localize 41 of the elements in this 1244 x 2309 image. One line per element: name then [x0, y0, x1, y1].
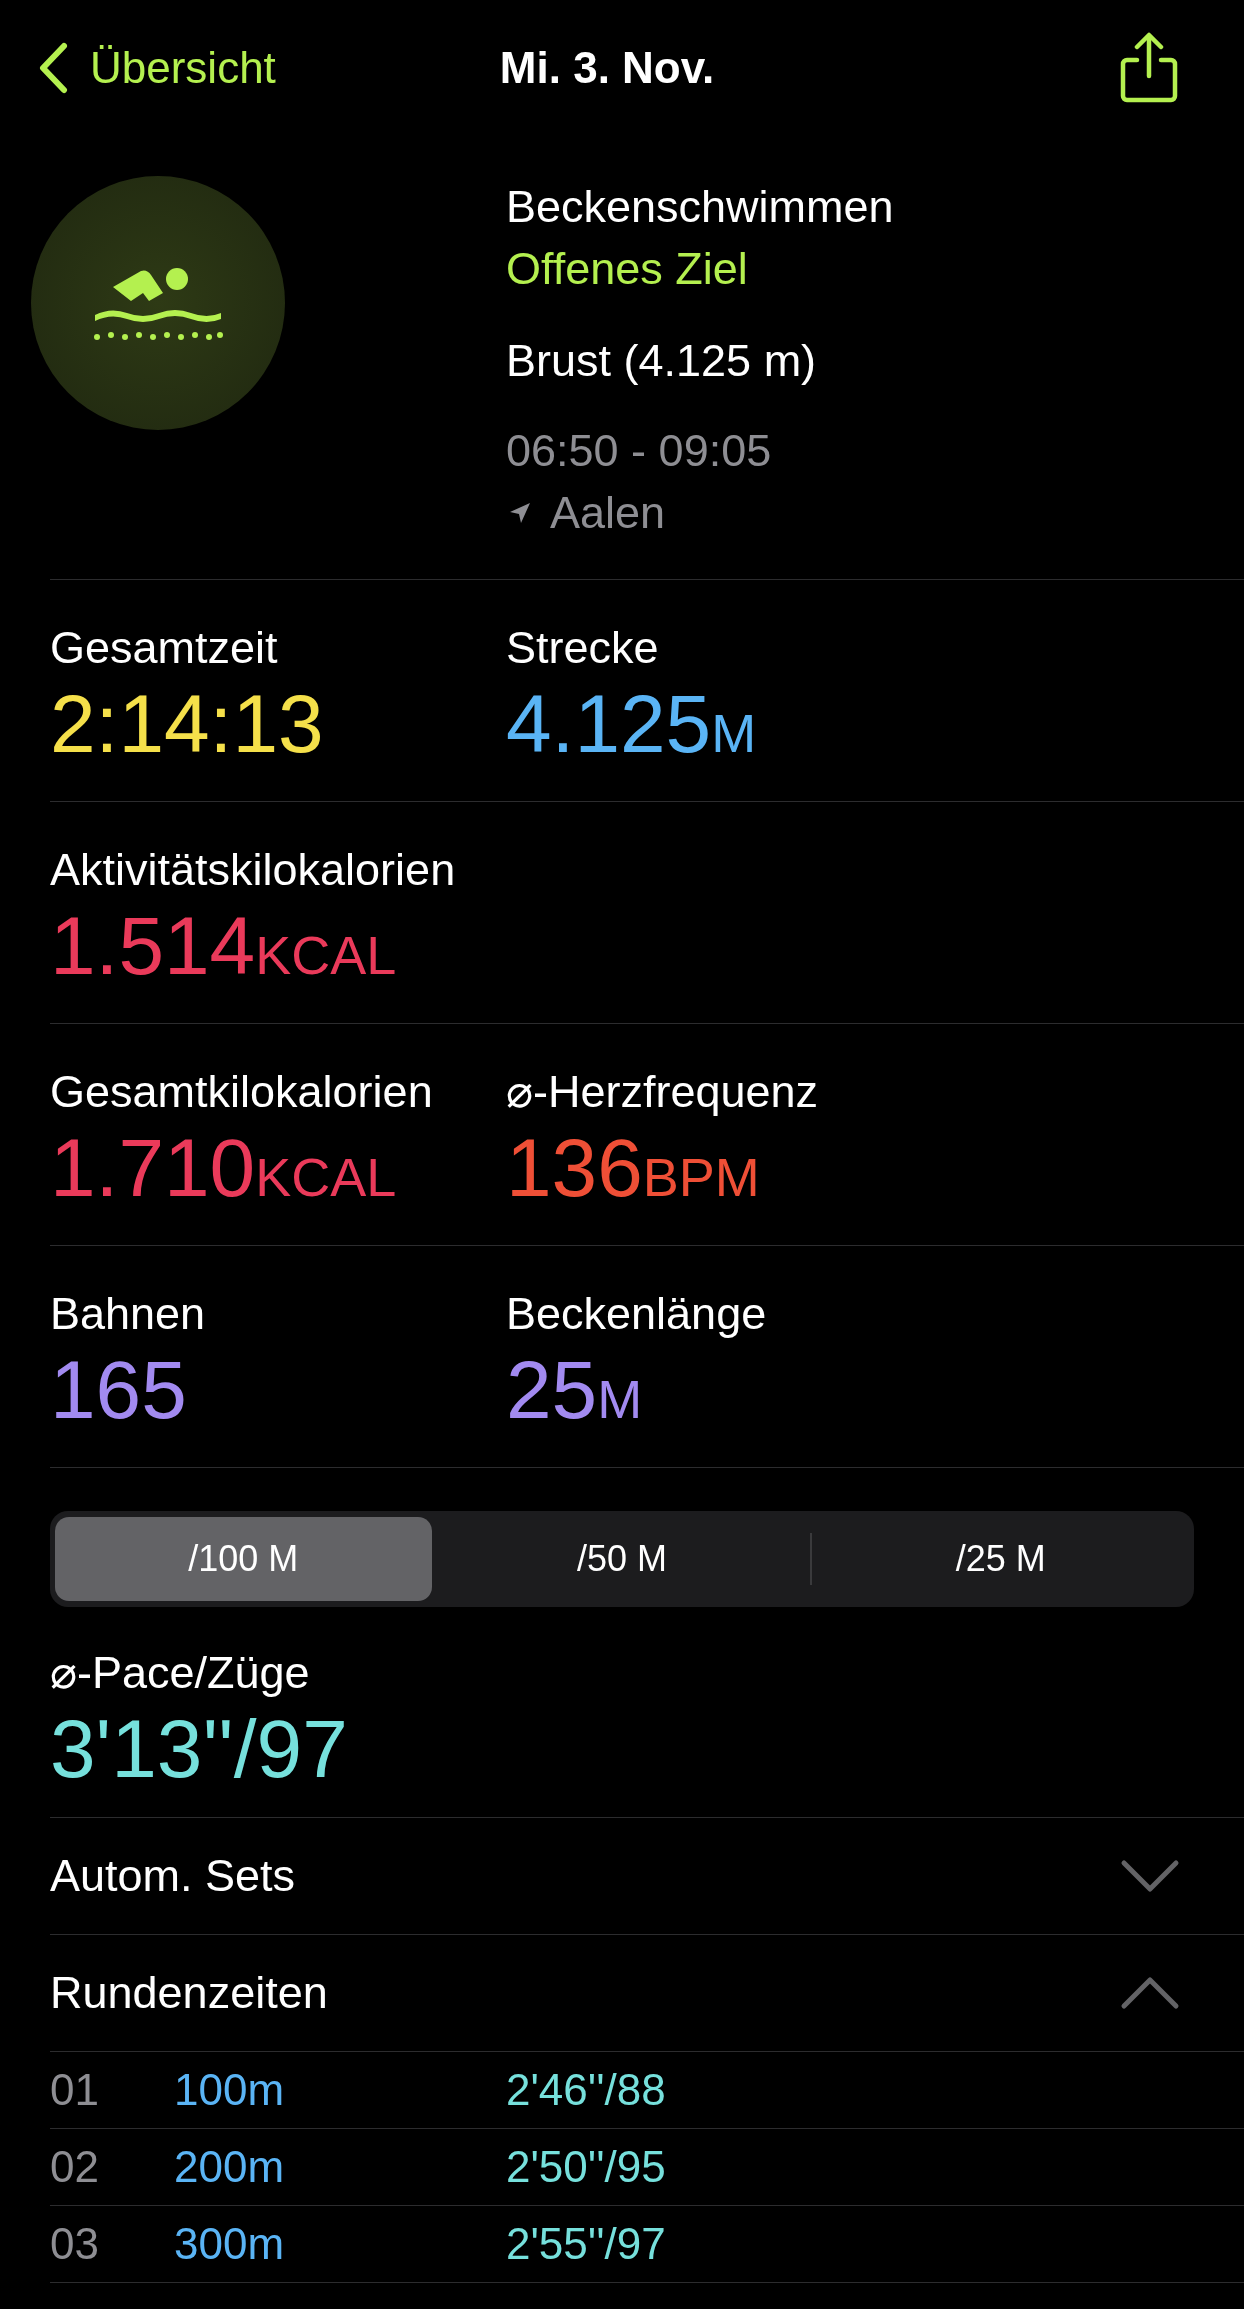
lap-number: 02 — [50, 2142, 100, 2192]
stat-value: 1.514KCAL — [50, 899, 397, 993]
stat-label: Gesamtkilokalorien — [50, 1065, 434, 1119]
stat-value: 136BPM — [506, 1121, 760, 1215]
stat-label: ⌀-Pace/Züge — [50, 1646, 311, 1700]
stat-label: Aktivitätskilokalorien — [50, 843, 457, 897]
location-name: Aalen — [550, 486, 666, 540]
section-header[interactable]: Autom. Sets — [50, 1818, 1244, 1935]
stat-label: Gesamtzeit — [50, 621, 279, 675]
lap-number: 03 — [50, 2219, 100, 2269]
stat-label: Bahnen — [50, 1287, 207, 1341]
stat-value: 25M — [506, 1343, 643, 1437]
stat-value: 1.710KCAL — [50, 1121, 397, 1215]
workout-type: Beckenschwimmen — [506, 180, 894, 234]
back-chevron-icon — [38, 42, 68, 94]
lap-pace: 2'46''/88 — [506, 2065, 666, 2115]
stat-value: 3'13''/97 — [50, 1702, 348, 1796]
lap-pace: 2'55''/97 — [506, 2219, 666, 2269]
time-range: 06:50 - 09:05 — [506, 424, 773, 478]
stat-value: 2:14:13 — [50, 677, 324, 771]
screen-title: Mi. 3. Nov. — [499, 43, 715, 93]
stat-label: ⌀-Herzfrequenz — [506, 1065, 820, 1119]
lap-distance: 200m — [174, 2142, 286, 2192]
segment-tab[interactable]: /25 M — [812, 1517, 1189, 1601]
stat-value: 4.125M — [506, 677, 757, 771]
workout-goal: Offenes Ziel — [506, 242, 749, 296]
stat-value: 165 — [50, 1343, 187, 1437]
share-icon — [1118, 32, 1180, 104]
lap-distance: 100m — [174, 2065, 286, 2115]
stat-label: Strecke — [506, 621, 660, 675]
section-header[interactable]: Rundenzeiten — [50, 1935, 1244, 2052]
segment-tab[interactable]: /50 M — [433, 1517, 811, 1601]
share-button[interactable] — [1118, 32, 1180, 104]
stat-label: Beckenlänge — [506, 1287, 768, 1341]
lap-pace: 2'50''/95 — [506, 2142, 666, 2192]
segment-tab[interactable]: /100 M — [55, 1517, 432, 1601]
lap-distance: 300m — [174, 2219, 286, 2269]
stroke-detail: Brust (4.125 m) — [506, 334, 818, 388]
lap-number: 01 — [50, 2065, 100, 2115]
back-button[interactable]: Übersicht — [38, 42, 276, 94]
location-arrow-icon — [508, 501, 532, 525]
